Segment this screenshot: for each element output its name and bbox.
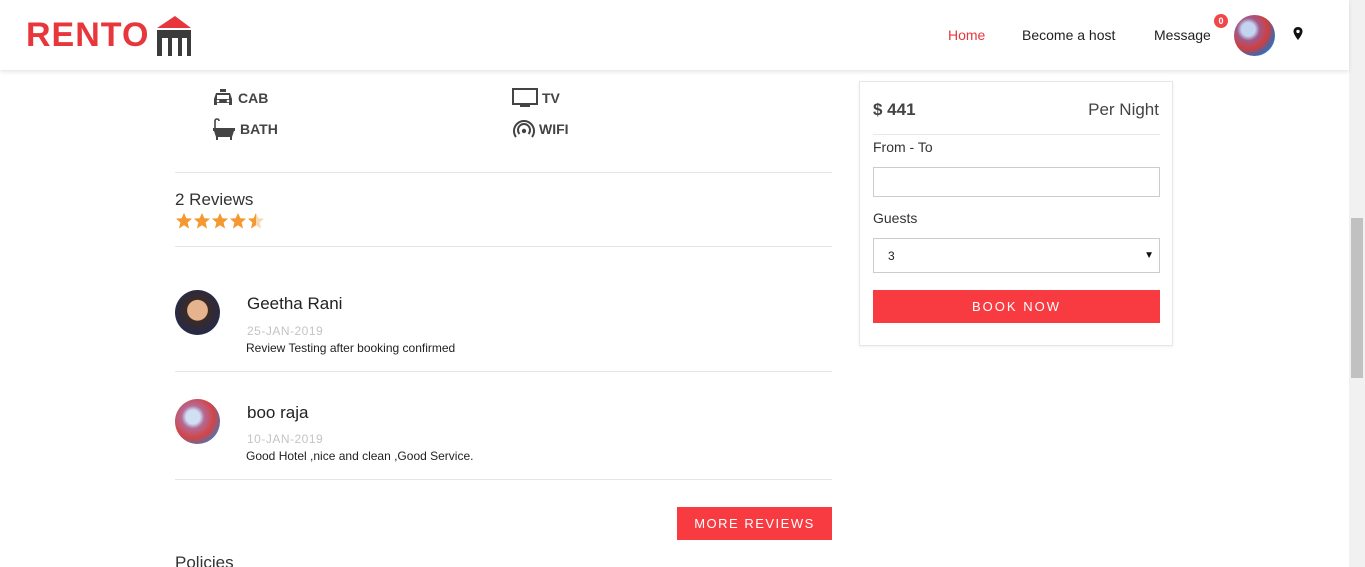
user-avatar[interactable] <box>1234 15 1275 56</box>
star-icon <box>211 212 229 229</box>
bath-icon <box>213 118 235 140</box>
guests-value: 3 <box>888 248 895 263</box>
more-reviews-button[interactable]: MORE REVIEWS <box>677 507 832 540</box>
amenity-label: CAB <box>238 90 269 106</box>
reviewer-avatar <box>175 399 220 444</box>
card-divider <box>873 134 1160 135</box>
cab-icon <box>214 89 232 105</box>
guests-select[interactable]: 3 ▼ <box>873 238 1160 273</box>
amenity-label: WIFI <box>539 121 569 137</box>
review-text: Review Testing after booking confirmed <box>246 341 456 355</box>
house-logo-icon <box>157 16 192 56</box>
top-navbar: RENTO Home Become a host Message 0 <box>0 0 1349 70</box>
booking-card: $ 441 Per Night From - To Guests 3 ▼ BOO… <box>859 81 1173 346</box>
nav-message[interactable]: Message <box>1154 0 1211 70</box>
nav-home[interactable]: Home <box>948 0 985 70</box>
amenity-label: BATH <box>240 121 278 137</box>
amenity-tv: TV <box>512 88 560 108</box>
star-icon <box>193 212 211 229</box>
half-star-icon <box>247 212 265 229</box>
per-night-label: Per Night <box>1088 100 1159 119</box>
star-icon <box>175 212 193 229</box>
date-range-input[interactable] <box>873 167 1160 197</box>
nav-become-host[interactable]: Become a host <box>1022 0 1115 70</box>
review-divider <box>175 371 832 372</box>
amenity-bath: BATH <box>212 118 278 140</box>
from-to-label: From - To <box>873 139 933 155</box>
tv-icon <box>512 88 538 107</box>
dropdown-arrow-icon: ▼ <box>1144 250 1154 261</box>
wifi-icon <box>513 120 535 138</box>
reviewer-avatar <box>175 290 220 335</box>
scrollbar-thumb[interactable] <box>1351 218 1363 378</box>
amenity-cab: CAB <box>212 88 268 108</box>
rento-logo[interactable]: RENTO <box>26 12 197 58</box>
reviews-count: 2 Reviews <box>175 190 254 209</box>
reviewer-name: boo raja <box>247 403 309 422</box>
review-date: 10-JAN-2019 <box>247 432 324 446</box>
star-icon <box>229 212 247 229</box>
review-divider <box>175 479 832 480</box>
logo-text: RENTO <box>26 15 150 54</box>
guests-label: Guests <box>873 210 918 226</box>
review-text: Good Hotel ,nice and clean ,Good Service… <box>246 449 474 463</box>
review-date: 25-JAN-2019 <box>247 324 324 338</box>
amenity-label: TV <box>542 90 560 106</box>
section-divider <box>175 172 832 173</box>
rating-stars <box>175 212 265 230</box>
price-per-night: $ 441 <box>873 100 916 119</box>
message-count-badge: 0 <box>1214 14 1228 28</box>
section-divider <box>175 246 832 247</box>
book-now-button[interactable]: BOOK NOW <box>873 290 1160 323</box>
amenity-wifi: WIFI <box>513 119 569 139</box>
map-pin-icon[interactable] <box>1293 27 1303 40</box>
reviewer-name: Geetha Rani <box>247 294 343 313</box>
policies-heading: Policies <box>175 553 234 567</box>
